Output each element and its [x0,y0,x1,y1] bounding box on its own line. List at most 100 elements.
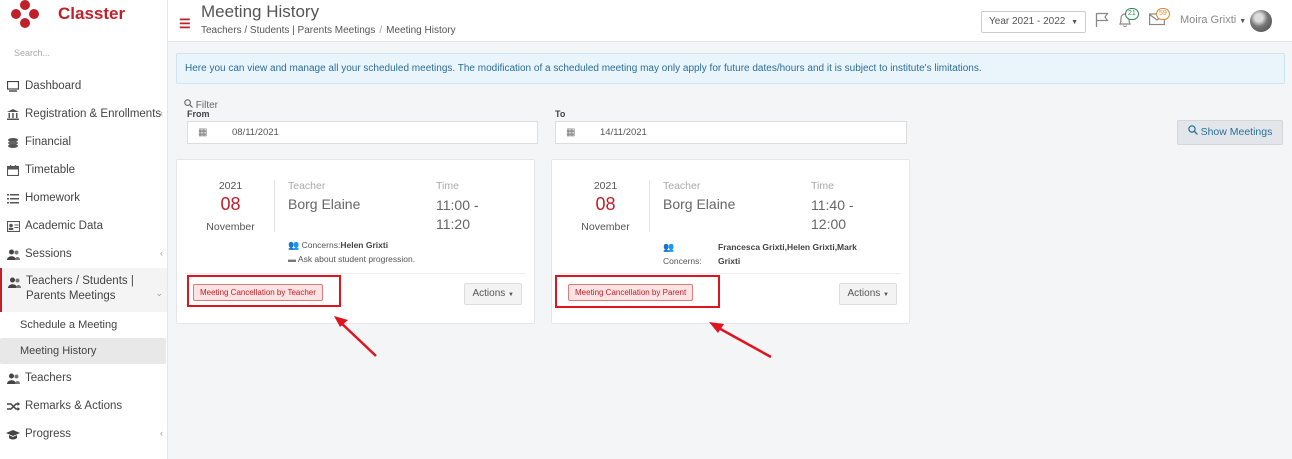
time-label: Time [436,180,459,192]
list-icon [6,192,20,204]
classter-logo-icon [10,0,44,28]
brand[interactable]: Classter [0,0,167,28]
monitor-icon [6,80,20,92]
breadcrumb: Teachers / Students | Parents Meetings / M… [201,25,456,36]
sidebar-item-label: Meeting History [20,345,97,357]
teacher-label: Teacher [288,180,326,192]
sidebar-item-registration[interactable]: Registration & Enrollments ‹ [0,100,167,128]
caret-down-icon: ▼ [1239,18,1247,25]
actions-dropdown-button[interactable]: Actions ▼ [464,283,522,305]
institution-icon [6,108,20,120]
calendar-icon: ▦ [566,127,576,138]
user-menu[interactable]: Moira Grixti ▼ [1180,14,1246,26]
chevron-left-icon: ‹ [160,248,163,258]
teacher-name: Borg Elaine [288,196,361,212]
comment-icon: ▬ [288,255,296,264]
sidebar-item-label: Timetable [25,164,76,176]
sidebar-search-input[interactable]: Search... [14,48,167,62]
to-label: To [555,109,566,119]
sidebar-item-label: Teachers [25,372,72,384]
main-content: Here you can view and manage all your sc… [168,42,1292,459]
sidebar-item-parents-meetings[interactable]: Teachers / Students | Parents Meetings ⌄ [0,268,167,312]
sidebar: Classter Search... Dashboard Registratio… [0,0,168,459]
meeting-year: 2021 [593,180,618,192]
users-icon [7,276,21,288]
meeting-concerns: 👥 Concerns:Helen Grixti [288,240,389,250]
show-meetings-button[interactable]: Show Meetings [1177,120,1283,145]
caret-down-icon: ▼ [508,292,514,298]
teacher-label: Teacher [663,180,701,192]
breadcrumb-item[interactable]: Teachers / Students | Parents Meetings [201,25,375,36]
sidebar-item-progress[interactable]: Progress ‹ [0,420,167,448]
users-icon: 👥 [663,242,675,252]
actions-dropdown-button[interactable]: Actions ▼ [839,283,897,305]
top-header: ☰ Meeting History Teachers / Students | … [168,0,1292,42]
sidebar-subitem-schedule-meeting[interactable]: Schedule a Meeting [0,312,167,338]
sidebar-nav: Dashboard Registration & Enrollments ‹ F… [0,72,167,448]
annotation-arrow-icon [709,322,772,359]
meeting-day: 08 [220,194,241,214]
app-window: Classter Search... Dashboard Registratio… [0,0,1292,459]
sidebar-item-sessions[interactable]: Sessions ‹ [0,240,167,268]
sidebar-item-label: Academic Data [25,220,103,232]
from-label: From [187,109,210,119]
chevron-down-icon: ⌄ [155,288,163,298]
sidebar-item-label: Financial [25,136,72,148]
sidebar-item-label: Homework [25,192,80,204]
flag-icon[interactable] [1095,12,1109,31]
divider [274,180,275,232]
info-alert: Here you can view and manage all your sc… [176,53,1285,84]
highlight-box [187,275,341,307]
avatar[interactable] [1250,10,1272,32]
filter-panel: Filter From ▦ 08/11/2021 To ▦ 14/11/2021… [176,97,1285,150]
sidebar-item-label: Dashboard [25,80,82,92]
time-label: Time [811,180,834,192]
meeting-year: 2021 [218,180,243,192]
annotation-arrow-icon [334,316,377,357]
meeting-day: 08 [595,194,616,214]
id-card-icon [6,220,20,232]
hamburger-menu-icon[interactable]: ☰ [179,16,191,32]
sidebar-item-label: Schedule a Meeting [20,319,118,331]
to-date-input[interactable]: ▦ 14/11/2021 [555,121,907,144]
sidebar-item-dashboard[interactable]: Dashboard [0,72,167,100]
shuffle-icon [6,400,20,412]
sidebar-item-label: Teachers / Students | Parents Meetings [26,275,134,302]
meeting-note: ▬ Ask about student progression. [288,254,416,264]
from-date-input[interactable]: ▦ 08/11/2021 [187,121,538,144]
meeting-time: 11:40 - 12:00 [811,197,854,232]
sidebar-item-teachers[interactable]: Teachers [0,364,167,392]
meeting-month: November [581,221,630,233]
users-icon [6,372,20,384]
meeting-month: November [206,221,255,233]
sidebar-item-homework[interactable]: Homework [0,184,167,212]
sidebar-item-label: Sessions [25,248,72,260]
search-icon [1187,125,1201,138]
caret-down-icon: ▼ [883,292,889,298]
highlight-box [555,275,720,308]
sidebar-item-financial[interactable]: Financial [0,128,167,156]
users-icon: 👥 [288,240,300,250]
money-icon [6,136,20,148]
notifications-badge: 21 [1125,8,1139,20]
chevron-left-icon: ‹ [160,108,163,118]
sidebar-item-label: Registration & Enrollments [25,108,162,120]
divider [560,273,901,274]
chevron-left-icon: ‹ [160,428,163,438]
sidebar-item-timetable[interactable]: Timetable [0,156,167,184]
calendar-icon: ▦ [198,127,208,138]
sidebar-item-remarks[interactable]: Remarks & Actions [0,392,167,420]
caret-down-icon: ▼ [1071,19,1079,26]
sidebar-subitem-meeting-history[interactable]: Meeting History [0,338,166,364]
divider [185,273,526,274]
brand-name: Classter [58,4,126,23]
calendar-icon [6,164,20,176]
year-select[interactable]: Year 2021 - 2022 ▼ [981,11,1087,33]
sidebar-item-academic-data[interactable]: Academic Data [0,212,167,240]
sidebar-item-label: Remarks & Actions [25,400,123,412]
breadcrumb-item: Meeting History [386,25,456,36]
meeting-time: 11:00 - 11:20 [436,197,479,232]
divider [649,180,650,232]
users-icon [6,248,20,260]
messages-badge: 59 [1156,8,1170,20]
